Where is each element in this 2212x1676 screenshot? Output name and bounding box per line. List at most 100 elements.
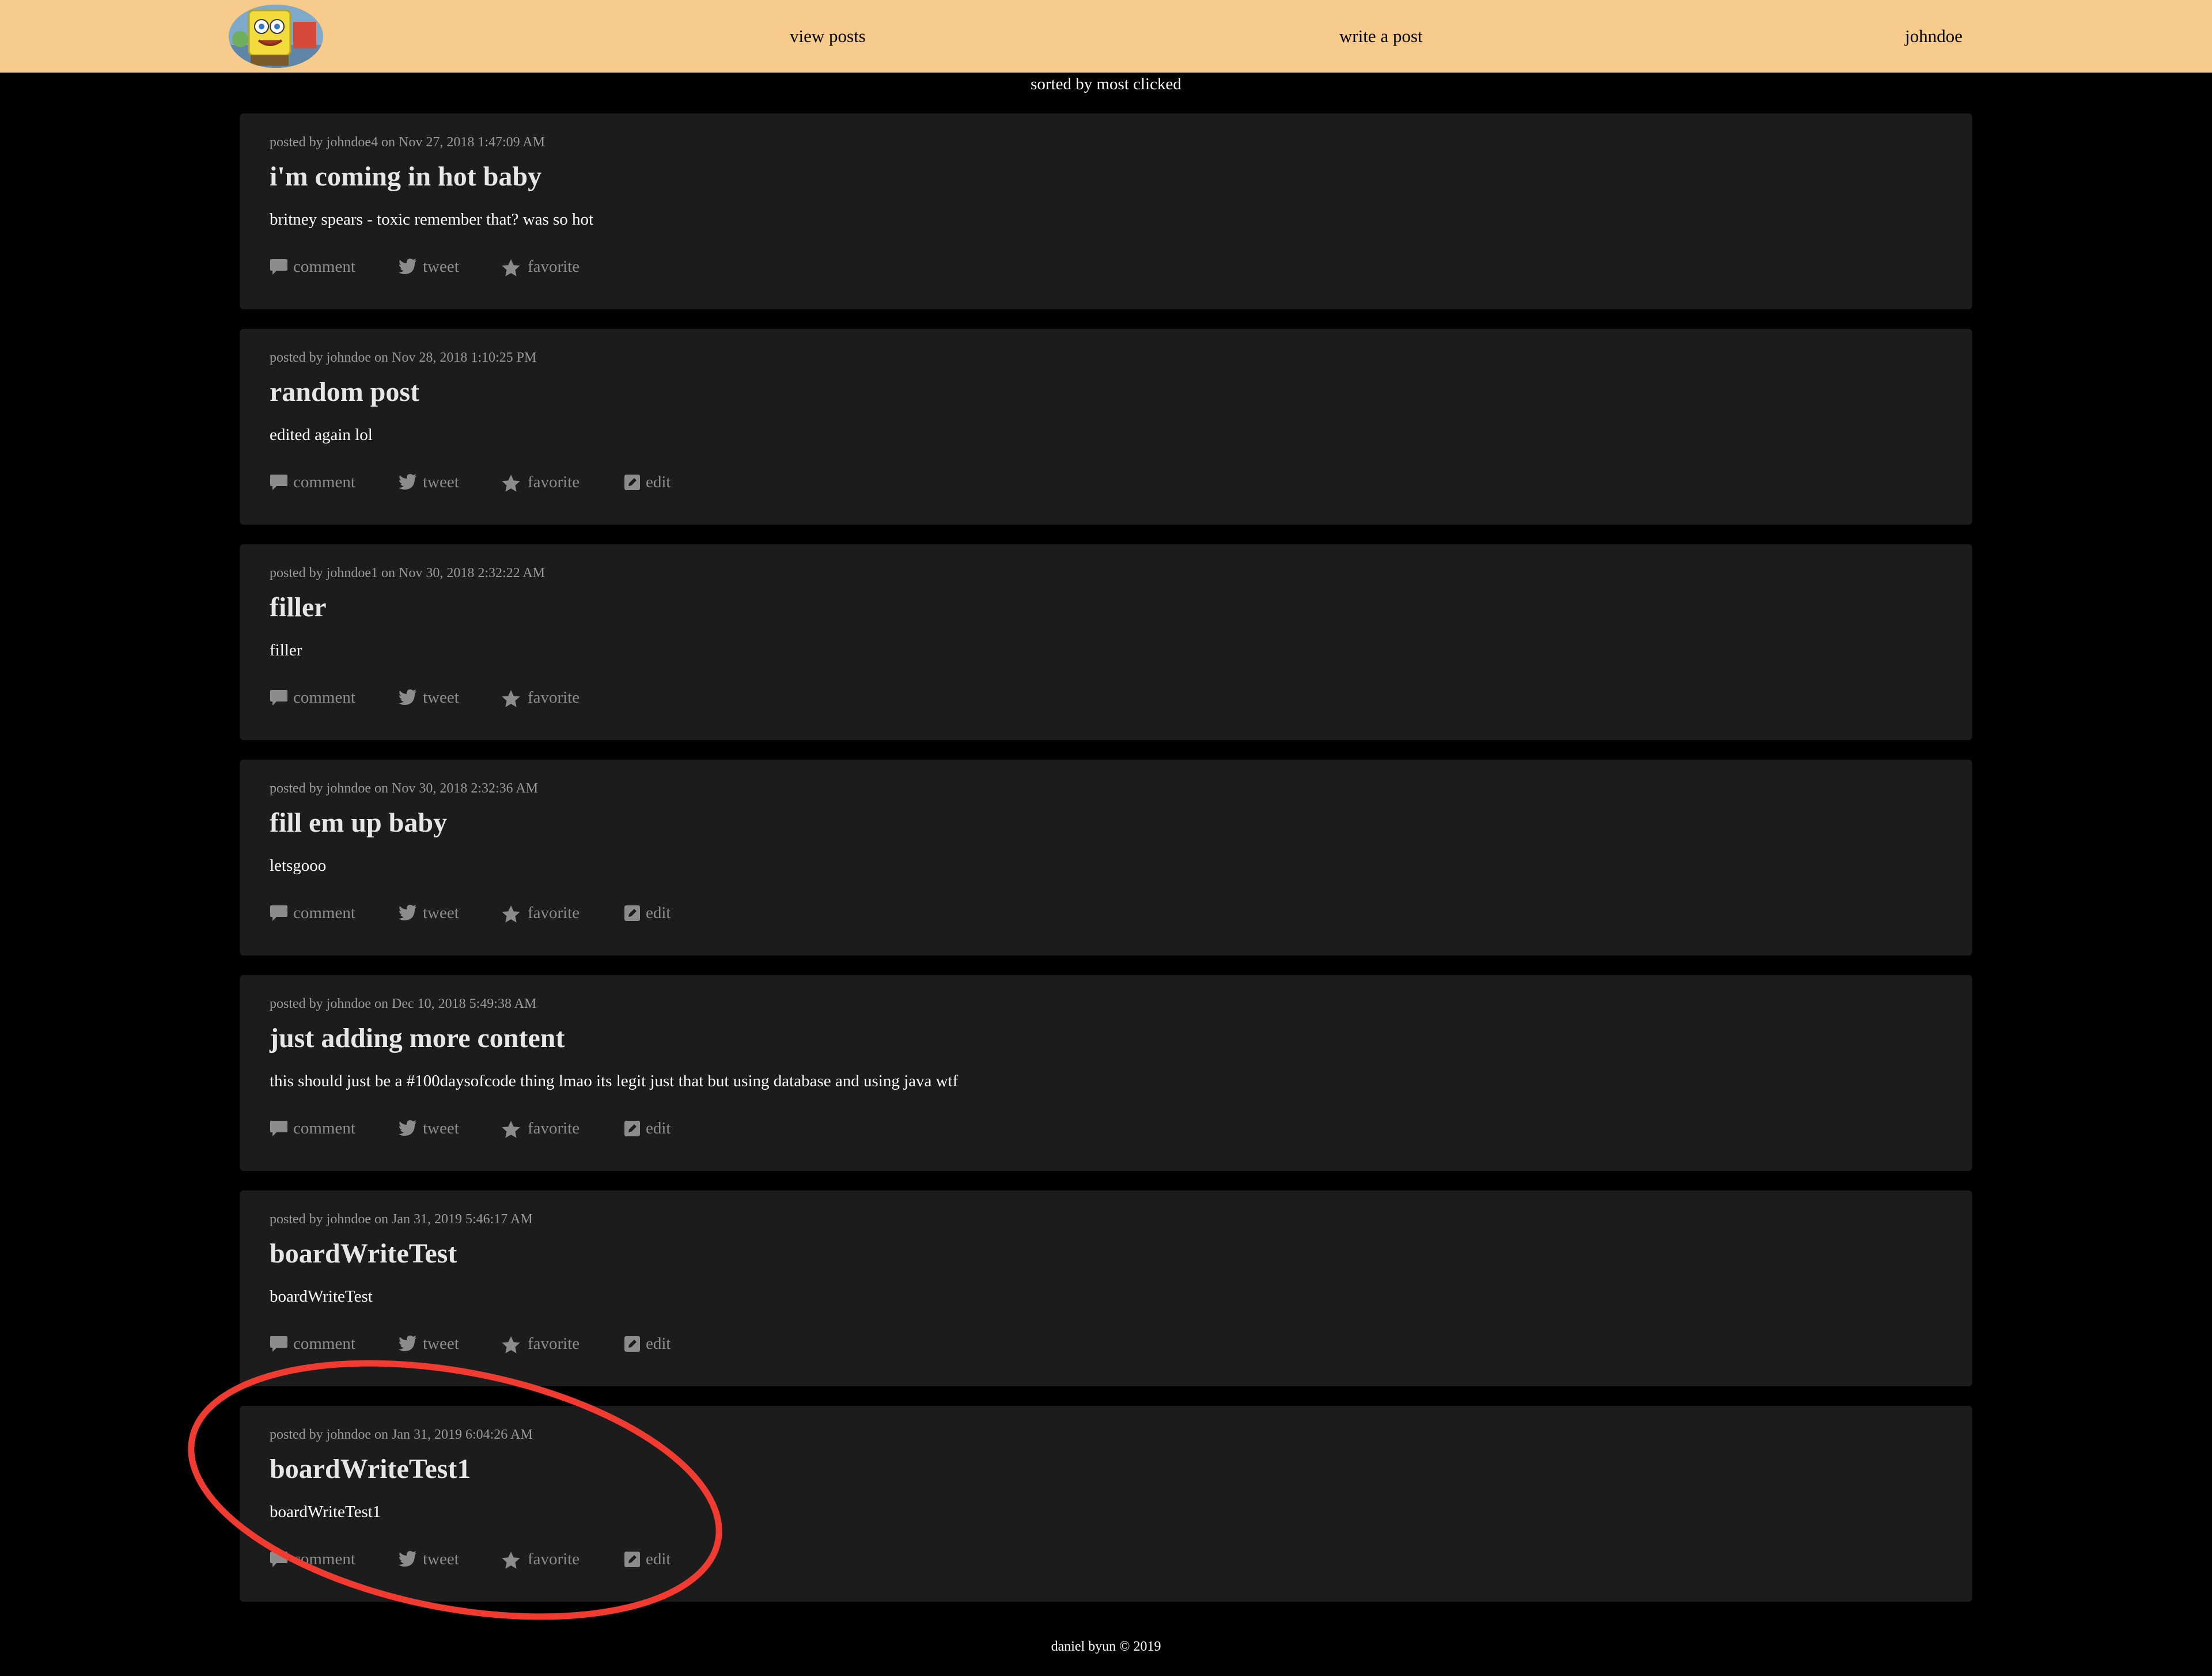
star-icon	[502, 1121, 520, 1138]
post-card: posted by johndoe on Dec 10, 2018 5:49:3…	[240, 975, 1972, 1171]
tweet-button[interactable]: tweet	[399, 471, 468, 494]
comment-button[interactable]: comment	[270, 471, 362, 494]
comment-label: comment	[293, 904, 355, 922]
post-body: edited again lol	[270, 426, 373, 444]
edit-icon	[624, 1121, 640, 1136]
nav-view-posts[interactable]: view posts	[790, 0, 866, 73]
post-body: filler	[270, 641, 302, 659]
comment-button[interactable]: comment	[270, 1117, 362, 1140]
favorite-label: favorite	[528, 904, 580, 922]
sort-label: sorted by most clicked	[1031, 75, 1181, 93]
post-body: boardWriteTest1	[270, 1503, 381, 1521]
post-card: posted by johndoe4 on Nov 27, 2018 1:47:…	[240, 113, 1972, 309]
edit-icon	[624, 1552, 640, 1567]
favorite-label: favorite	[528, 257, 580, 276]
twitter-bird-icon	[399, 689, 416, 705]
comment-label: comment	[293, 688, 355, 707]
favorite-button[interactable]: favorite	[501, 1332, 588, 1355]
edit-label: edit	[646, 1119, 671, 1137]
post-title[interactable]: just adding more content	[270, 1021, 565, 1056]
post-body: britney spears - toxic remember that? wa…	[270, 210, 594, 229]
edit-button[interactable]: edit	[624, 1117, 681, 1140]
site-logo[interactable]	[229, 5, 323, 68]
post-meta: posted by johndoe on Dec 10, 2018 5:49:3…	[270, 996, 537, 1011]
comment-label: comment	[293, 1550, 355, 1568]
favorite-label: favorite	[528, 688, 580, 707]
post-title[interactable]: boardWriteTest1	[270, 1452, 471, 1487]
star-icon	[502, 690, 520, 707]
comment-button[interactable]: comment	[270, 1548, 362, 1571]
post-meta: posted by johndoe on Nov 28, 2018 1:10:2…	[270, 350, 537, 365]
twitter-bird-icon	[399, 1551, 416, 1567]
favorite-button[interactable]: favorite	[501, 255, 588, 278]
edit-button[interactable]: edit	[624, 1548, 681, 1571]
comment-button[interactable]: comment	[270, 1332, 362, 1355]
comment-icon	[270, 690, 287, 706]
post-title[interactable]: boardWriteTest	[270, 1237, 457, 1271]
tweet-button[interactable]: tweet	[399, 901, 468, 924]
favorite-label: favorite	[528, 1550, 580, 1568]
favorite-button[interactable]: favorite	[501, 1548, 588, 1571]
comment-button[interactable]: comment	[270, 255, 362, 278]
favorite-label: favorite	[528, 1334, 580, 1353]
post-meta: posted by johndoe4 on Nov 27, 2018 1:47:…	[270, 135, 545, 150]
edit-label: edit	[646, 473, 671, 491]
favorite-button[interactable]: favorite	[501, 686, 588, 709]
post-body: boardWriteTest	[270, 1287, 373, 1306]
comment-button[interactable]: comment	[270, 901, 362, 924]
edit-button[interactable]: edit	[624, 1332, 681, 1355]
tweet-label: tweet	[423, 1550, 459, 1568]
post-title[interactable]: random post	[270, 375, 419, 409]
post-meta: posted by johndoe1 on Nov 30, 2018 2:32:…	[270, 566, 545, 581]
comment-icon	[270, 1336, 287, 1352]
twitter-bird-icon	[399, 1120, 416, 1136]
twitter-bird-icon	[399, 474, 416, 490]
comment-button[interactable]: comment	[270, 686, 362, 709]
edit-icon	[624, 1336, 640, 1352]
post-title[interactable]: i'm coming in hot baby	[270, 160, 541, 194]
favorite-button[interactable]: favorite	[501, 1117, 588, 1140]
comment-label: comment	[293, 1119, 355, 1137]
favorite-button[interactable]: favorite	[501, 471, 588, 494]
tweet-button[interactable]: tweet	[399, 1332, 468, 1355]
edit-label: edit	[646, 1334, 671, 1353]
post-meta: posted by johndoe on Jan 31, 2019 5:46:1…	[270, 1212, 533, 1227]
post-body: this should just be a #100daysofcode thi…	[270, 1072, 959, 1090]
edit-icon	[624, 475, 640, 490]
post-title[interactable]: fill em up baby	[270, 806, 447, 840]
tweet-label: tweet	[423, 1119, 459, 1137]
comment-label: comment	[293, 1334, 355, 1353]
post-card: posted by johndoe on Nov 30, 2018 2:32:3…	[240, 760, 1972, 955]
twitter-bird-icon	[399, 905, 416, 920]
post-card: posted by johndoe on Nov 28, 2018 1:10:2…	[240, 329, 1972, 525]
twitter-bird-icon	[399, 259, 416, 274]
tweet-button[interactable]: tweet	[399, 1548, 468, 1571]
tweet-button[interactable]: tweet	[399, 255, 468, 278]
edit-label: edit	[646, 904, 671, 922]
edit-button[interactable]: edit	[624, 901, 681, 924]
favorite-button[interactable]: favorite	[501, 901, 588, 924]
post-body: letsgooo	[270, 856, 327, 875]
tweet-label: tweet	[423, 1334, 459, 1353]
star-icon	[502, 1552, 520, 1569]
post-card: posted by johndoe on Jan 31, 2019 5:46:1…	[240, 1190, 1972, 1386]
tweet-button[interactable]: tweet	[399, 1117, 468, 1140]
tweet-button[interactable]: tweet	[399, 686, 468, 709]
star-icon	[502, 905, 520, 923]
star-icon	[502, 1336, 520, 1353]
comment-icon	[270, 905, 287, 921]
post-title[interactable]: filler	[270, 590, 327, 625]
comment-icon	[270, 1121, 287, 1136]
top-navbar: view posts write a post johndoe	[0, 0, 2212, 73]
nav-write-post[interactable]: write a post	[1339, 0, 1423, 73]
edit-icon	[624, 905, 640, 921]
star-icon	[502, 475, 520, 492]
tweet-label: tweet	[423, 257, 459, 276]
comment-label: comment	[293, 257, 355, 276]
favorite-label: favorite	[528, 473, 580, 491]
comment-label: comment	[293, 473, 355, 491]
post-meta: posted by johndoe on Nov 30, 2018 2:32:3…	[270, 781, 538, 796]
nav-user-profile[interactable]: johndoe	[1905, 0, 1963, 73]
comment-icon	[270, 259, 287, 275]
edit-button[interactable]: edit	[624, 471, 681, 494]
